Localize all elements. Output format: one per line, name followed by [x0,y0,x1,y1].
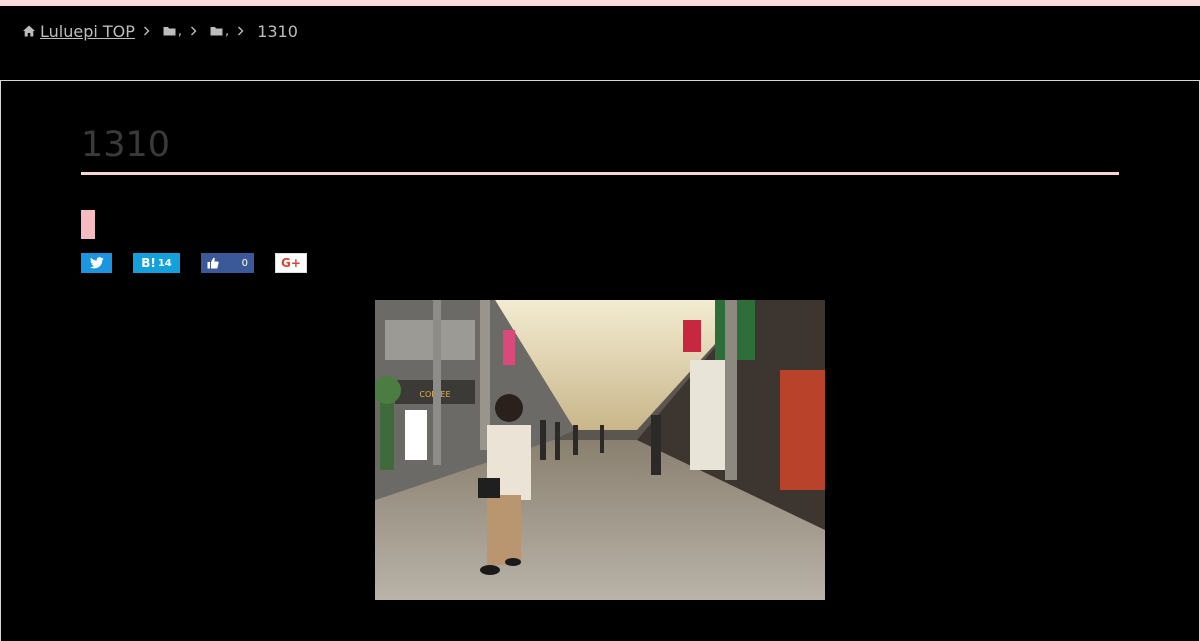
breadcrumb-comma: , [177,23,183,39]
chevron-right-icon [190,26,197,36]
hatena-count: 14 [157,257,172,269]
folder-icon [163,27,176,36]
page-title: 1310 [81,125,171,165]
folder-icon [210,27,223,36]
facebook-like-button[interactable]: 0 [201,253,254,273]
category-tag[interactable] [81,210,95,239]
chevron-right-icon [237,26,244,36]
twitter-bird-icon [89,257,104,269]
hatena-label: B! [141,256,156,270]
breadcrumb-category-1[interactable]: , [163,24,182,39]
title-underline [81,172,1119,175]
home-icon [23,25,35,37]
hatena-bookmark-button[interactable]: B! 14 [133,253,180,273]
google-plus-share-button[interactable]: G+ [275,253,307,273]
breadcrumb-comma: , [225,23,230,39]
breadcrumb-category-2[interactable]: , [210,24,229,39]
thumbs-up-icon [207,257,219,269]
twitter-share-button[interactable] [81,253,112,273]
breadcrumb: Luluepi TOP , , 1310 [22,21,298,41]
article-container: 1310 B! 14 0 G+ [0,80,1200,641]
gplus-label: G+ [281,256,301,270]
breadcrumb-current: 1310 [257,21,298,41]
facebook-count: 0 [241,257,248,269]
breadcrumb-home-link[interactable]: Luluepi TOP [40,22,135,41]
shopping-arcade-photo: COFFEE [375,300,825,600]
chevron-right-icon [143,26,150,36]
top-accent-strip [0,0,1200,6]
